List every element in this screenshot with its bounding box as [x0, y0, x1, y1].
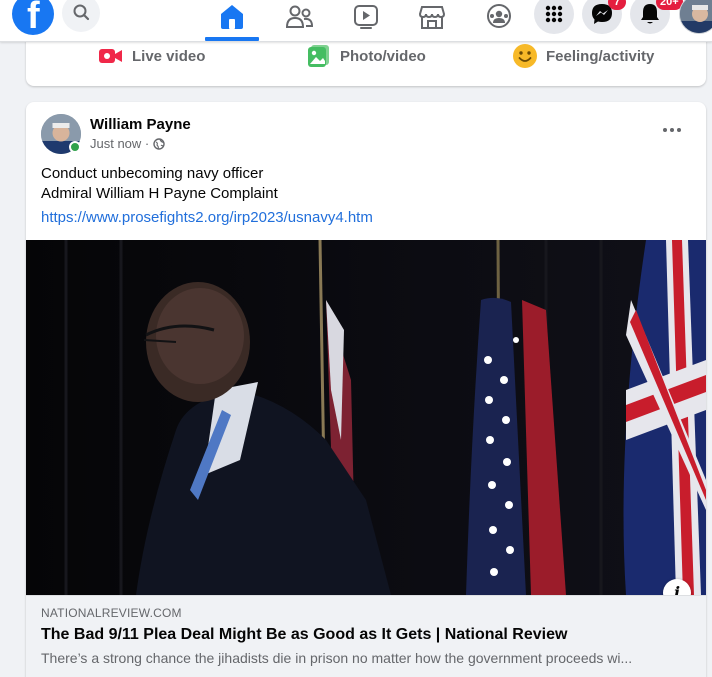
- link-preview-footer[interactable]: NATIONALREVIEW.COM The Bad 9/11 Plea Dea…: [26, 595, 706, 677]
- feeling-activity-label: Feeling/activity: [546, 47, 655, 65]
- link-preview-description: There’s a strong chance the jihadists di…: [41, 650, 633, 666]
- globe-icon: [153, 137, 165, 150]
- home-icon: [221, 5, 243, 29]
- top-navigation-bar: f 7 20+: [0, 0, 712, 42]
- post-body: Conduct unbecoming navy officer Admiral …: [41, 164, 278, 204]
- nav-home-tab[interactable]: [212, 0, 252, 38]
- video-icon: [354, 5, 378, 29]
- friends-icon: [285, 5, 314, 28]
- account-avatar[interactable]: [679, 0, 712, 34]
- online-status-dot: [69, 141, 81, 153]
- nav-active-indicator: [205, 37, 259, 41]
- nav-groups-tab[interactable]: [479, 0, 519, 38]
- post-author-name[interactable]: William Payne: [90, 116, 191, 133]
- link-preview-image[interactable]: [26, 240, 706, 595]
- post-options-button[interactable]: [658, 120, 686, 140]
- post-link[interactable]: https://www.prosefights2.org/irp2023/usn…: [41, 209, 373, 226]
- marketplace-icon: [418, 6, 446, 29]
- nav-watch-tab[interactable]: [346, 0, 386, 38]
- nav-marketplace-tab[interactable]: [412, 0, 452, 38]
- post-text-line: Admiral William H Payne Complaint: [41, 185, 278, 202]
- photo-icon: [308, 45, 329, 67]
- search-button[interactable]: [62, 0, 100, 32]
- live-video-button[interactable]: Live video: [98, 41, 205, 71]
- nav-friends-tab[interactable]: [280, 0, 320, 38]
- live-video-label: Live video: [132, 47, 206, 65]
- link-preview-title[interactable]: The Bad 9/11 Plea Deal Might Be as Good …: [41, 626, 567, 644]
- more-options-icon: [663, 128, 681, 132]
- smiley-icon: [513, 44, 537, 68]
- post-composer-actions: Live video Photo/video Feeling/activity: [26, 38, 706, 86]
- menu-button[interactable]: [534, 0, 574, 34]
- post-text-line: Conduct unbecoming navy officer: [41, 165, 264, 182]
- search-icon: [73, 4, 90, 21]
- facebook-logo-icon[interactable]: f: [12, 0, 54, 35]
- link-preview-domain: NATIONALREVIEW.COM: [41, 606, 182, 620]
- photo-video-button[interactable]: Photo/video: [306, 41, 426, 71]
- live-video-icon: [99, 49, 122, 63]
- post-timestamp[interactable]: Just now ·: [90, 136, 149, 151]
- photo-video-label: Photo/video: [340, 47, 426, 65]
- groups-icon: [487, 4, 511, 28]
- messenger-badge: 7: [608, 0, 626, 10]
- feeling-activity-button[interactable]: Feeling/activity: [512, 41, 654, 71]
- post-meta: Just now ·: [90, 136, 165, 151]
- feed-post: William Payne Just now · Conduct unbecom…: [26, 102, 706, 677]
- grid-menu-icon: [545, 5, 563, 23]
